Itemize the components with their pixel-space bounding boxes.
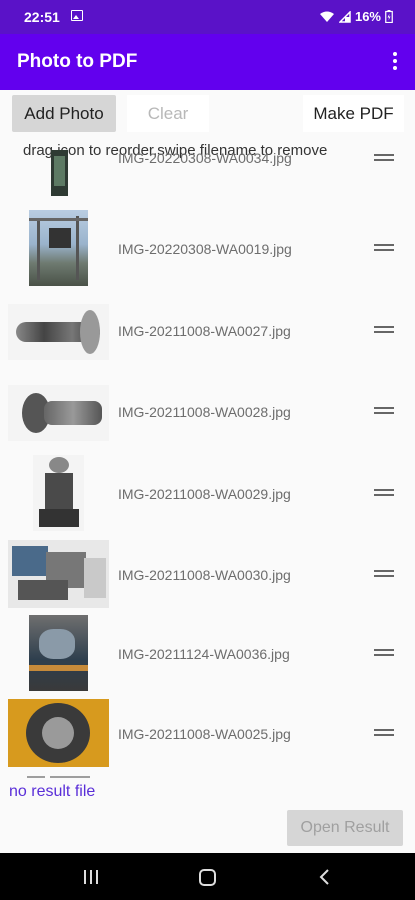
drag-handle-icon[interactable] (374, 154, 394, 163)
result-status: no result file (9, 783, 96, 800)
app-bar: Photo to PDF (0, 34, 415, 90)
photo-thumbnail[interactable] (33, 455, 84, 531)
list-item[interactable]: IMG-20211008-WA0025.jpg (0, 695, 415, 770)
drag-handle-icon[interactable] (374, 649, 394, 658)
battery-icon (385, 10, 393, 23)
photo-thumbnail[interactable] (8, 699, 109, 767)
list-item[interactable]: IMG-20211008-WA0028.jpg (0, 373, 415, 453)
battery-percent: 16% (354, 9, 381, 24)
recents-icon[interactable] (84, 870, 100, 884)
drag-handle-icon[interactable] (374, 570, 394, 579)
drag-handle-icon[interactable] (374, 326, 394, 335)
list-item[interactable]: IMG-20211008-WA0030.jpg (0, 536, 415, 616)
drag-handle-icon[interactable] (374, 407, 394, 416)
list-item[interactable]: IMG-20211008-WA0027.jpg (0, 292, 415, 372)
add-photo-button[interactable]: Add Photo (12, 95, 116, 132)
scroll-indicator (50, 776, 90, 778)
status-indicators: 16% (319, 9, 393, 24)
back-icon[interactable] (318, 868, 332, 886)
photo-filename[interactable]: IMG-20211008-WA0027.jpg (118, 323, 291, 339)
photo-thumbnail[interactable] (8, 304, 109, 360)
make-pdf-button[interactable]: Make PDF (303, 95, 404, 132)
list-item[interactable]: IMG-20211008-WA0029.jpg (0, 455, 415, 535)
clear-button[interactable]: Clear (127, 95, 209, 132)
overflow-menu-icon[interactable] (392, 52, 398, 72)
home-icon[interactable] (199, 869, 216, 886)
open-result-button[interactable]: Open Result (287, 810, 403, 846)
photo-filename[interactable]: IMG-20220308-WA0019.jpg (118, 241, 292, 257)
list-item[interactable]: IMG-20220308-WA0019.jpg (0, 210, 415, 290)
photo-thumbnail[interactable] (29, 210, 88, 286)
photo-list[interactable]: IMG-20220308-WA0034.jpg IMG-20220308-WA0… (0, 150, 415, 770)
photo-thumbnail[interactable] (51, 150, 68, 196)
status-bar: 22:51 16% (0, 0, 415, 34)
photo-filename[interactable]: IMG-20211008-WA0028.jpg (118, 404, 291, 420)
image-notification-icon (71, 10, 83, 21)
status-time: 22:51 (24, 9, 60, 25)
scroll-indicator (27, 776, 45, 778)
signal-icon (338, 10, 351, 23)
photo-thumbnail[interactable] (8, 540, 109, 608)
photo-filename[interactable]: IMG-20211008-WA0030.jpg (118, 567, 291, 583)
app-title: Photo to PDF (17, 51, 138, 72)
system-nav-bar (0, 853, 415, 900)
photo-filename[interactable]: IMG-20211124-WA0036.jpg (118, 646, 290, 662)
photo-filename[interactable]: IMG-20211008-WA0025.jpg (118, 726, 291, 742)
photo-filename[interactable]: IMG-20211008-WA0029.jpg (118, 486, 291, 502)
photo-thumbnail[interactable] (8, 385, 109, 441)
wifi-icon (319, 11, 334, 22)
list-item[interactable]: IMG-20211124-WA0036.jpg (0, 615, 415, 695)
photo-filename[interactable]: IMG-20220308-WA0034.jpg (118, 150, 292, 166)
photo-thumbnail[interactable] (29, 615, 88, 691)
drag-handle-icon[interactable] (374, 244, 394, 253)
drag-handle-icon[interactable] (374, 489, 394, 498)
drag-handle-icon[interactable] (374, 729, 394, 738)
